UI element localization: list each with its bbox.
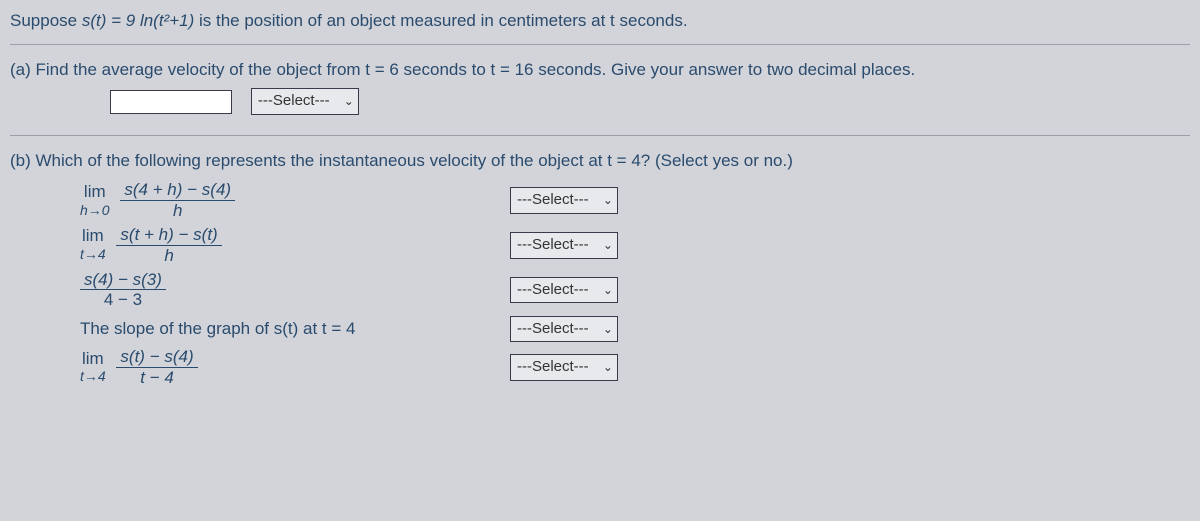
chevron-down-icon: ⌄ [603,322,613,336]
separator-1 [10,44,1190,45]
chevron-down-icon: ⌄ [603,193,613,207]
option-2-expression: lim t→4 s(t + h) − s(t) h [80,226,510,265]
option-4-expression: The slope of the graph of s(t) at t = 4 [80,316,510,342]
option-5-select[interactable]: ---Select--- ⌄ [510,354,618,381]
part-b-prompt: (b) Which of the following represents th… [10,148,1190,174]
separator-2 [10,135,1190,136]
part-a-prompt: (a) Find the average velocity of the obj… [10,57,1190,83]
option-2-select[interactable]: ---Select--- ⌄ [510,232,618,259]
option-3-expression: s(4) − s(3) 4 − 3 [80,271,510,310]
chevron-down-icon: ⌄ [344,94,354,108]
units-select-label: ---Select--- [258,92,330,109]
option-5-expression: lim t→4 s(t) − s(4) t − 4 [80,348,510,387]
units-select[interactable]: ---Select--- ⌄ [251,88,359,115]
intro-line: Suppose s(t) = 9 ln(t²+1) is the positio… [10,8,1190,34]
chevron-down-icon: ⌄ [603,360,613,374]
intro-suffix: is the position of an object measured in… [199,11,688,30]
option-1-expression: lim h→0 s(4 + h) − s(4) h [80,181,510,220]
average-velocity-input[interactable] [110,90,232,114]
intro-function: s(t) = 9 ln(t²+1) [82,11,194,30]
option-3-select[interactable]: ---Select--- ⌄ [510,277,618,304]
option-4-select[interactable]: ---Select--- ⌄ [510,316,618,343]
option-1-select[interactable]: ---Select--- ⌄ [510,187,618,214]
part-b-options: lim h→0 s(4 + h) − s(4) h ---Select--- ⌄… [80,181,1190,387]
intro-prefix: Suppose [10,11,82,30]
chevron-down-icon: ⌄ [603,238,613,252]
chevron-down-icon: ⌄ [603,283,613,297]
